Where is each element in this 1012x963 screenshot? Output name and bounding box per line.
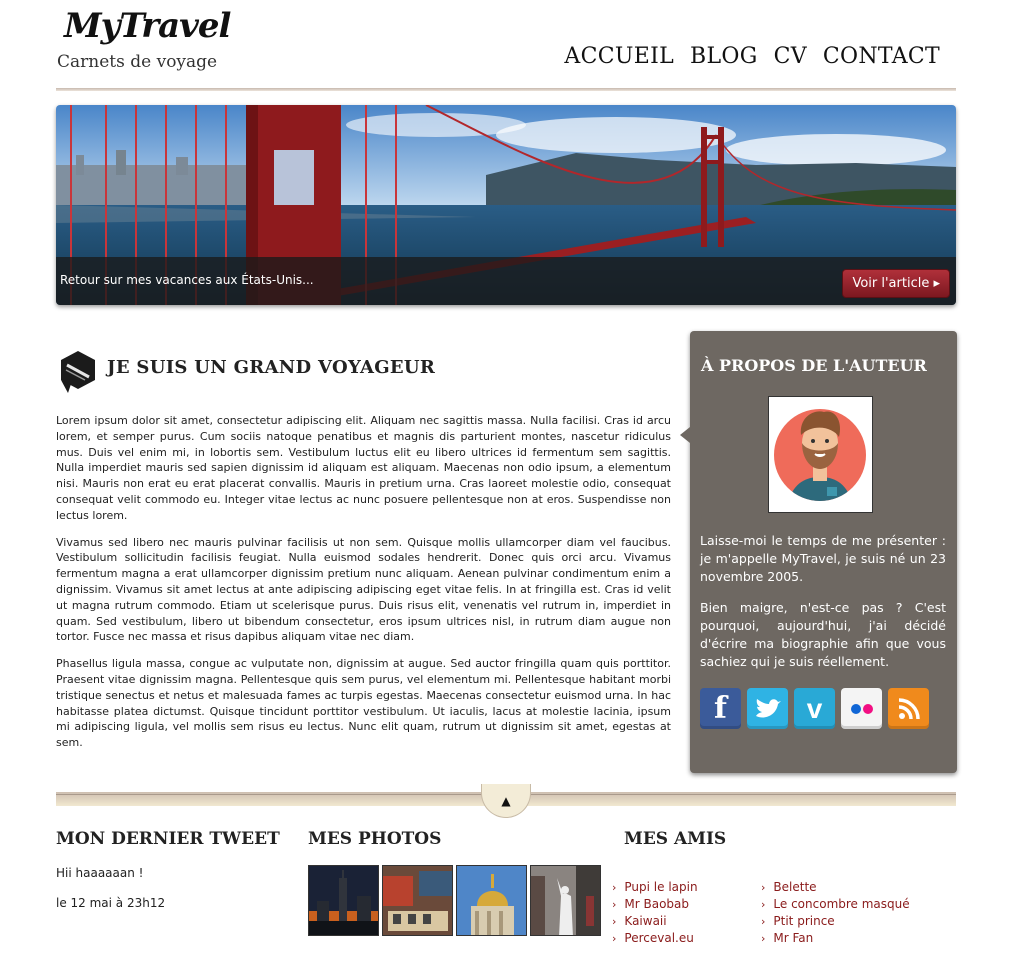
photos-title: MES PHOTOS (308, 829, 442, 849)
site-tagline: Carnets de voyage (57, 52, 218, 72)
site-logo[interactable]: MyTravel (64, 6, 231, 46)
friend-link[interactable]: Le concombre masqué (761, 896, 909, 913)
banner-caption: Retour sur mes vacances aux États-Unis..… (60, 273, 314, 287)
photo-thumbnail-city[interactable] (308, 865, 379, 936)
sidebar-pointer (680, 427, 690, 443)
article-title: JE SUIS UN GRAND VOYAGEUR (107, 357, 436, 378)
hero-banner: Retour sur mes vacances aux États-Unis..… (56, 105, 956, 305)
read-article-button[interactable]: Voir l'article ▸ (842, 269, 950, 298)
read-article-label: Voir l'article (852, 276, 930, 291)
friend-link[interactable]: Mr Baobab (612, 896, 698, 913)
arrow-up-icon: ▲ (501, 793, 511, 808)
friend-link[interactable]: Mr Fan (761, 930, 910, 947)
back-to-top-button[interactable]: ▲ (481, 784, 531, 818)
tweet-date: le 12 mai à 23h12 (56, 896, 166, 910)
photo-thumbnail-dome[interactable] (456, 865, 527, 936)
friend-link[interactable]: Kaiwaii (612, 913, 698, 930)
author-sidebar: À PROPOS DE L'AUTEUR Laisse-moi le temps… (680, 331, 957, 773)
facebook-icon[interactable]: f (700, 688, 741, 729)
author-avatar (768, 396, 873, 513)
pencil-badge-icon (57, 349, 99, 393)
social-links: f v (700, 688, 929, 729)
friends-list-col1: Pupi le lapin Mr Baobab Kaiwaii Perceval… (612, 879, 698, 947)
nav-blog[interactable]: BLOG (690, 44, 758, 69)
twitter-icon[interactable] (747, 688, 788, 729)
tweet-text: Hii haaaaaan ! (56, 866, 144, 880)
friend-link[interactable]: Ptit prince (761, 913, 910, 930)
friends-title: MES AMIS (624, 829, 727, 849)
article-paragraph: Phasellus ligula massa, congue ac vulput… (56, 657, 671, 750)
header-divider (56, 88, 956, 91)
friend-link[interactable]: Belette (761, 879, 910, 896)
nav-cv[interactable]: CV (774, 44, 807, 69)
friend-link[interactable]: Pupi le lapin (612, 879, 697, 896)
photo-gallery (308, 865, 601, 936)
rss-icon[interactable] (888, 688, 929, 729)
nav-contact[interactable]: CONTACT (823, 44, 940, 69)
nav-accueil[interactable]: ACCUEIL (564, 44, 674, 69)
article-paragraph: Lorem ipsum dolor sit amet, consectetur … (56, 414, 671, 522)
photo-thumbnail-statue[interactable] (530, 865, 601, 936)
author-bio: Laisse-moi le temps de me présenter : je… (700, 532, 946, 684)
flickr-icon[interactable] (841, 688, 882, 729)
main-nav: ACCUEIL BLOG CV CONTACT (564, 44, 940, 69)
vimeo-icon[interactable]: v (794, 688, 835, 729)
photo-thumbnail-street[interactable] (382, 865, 453, 936)
friends-list-col2: Belette Le concombre masqué Ptit prince … (761, 879, 910, 947)
caret-right-icon: ▸ (933, 276, 940, 291)
author-bio-paragraph: Bien maigre, n'est-ce pas ? C'est pourqu… (700, 600, 946, 669)
author-bio-paragraph: Laisse-moi le temps de me présenter : je… (700, 533, 946, 584)
sidebar-title: À PROPOS DE L'AUTEUR (701, 356, 927, 375)
article-body: Lorem ipsum dolor sit amet, consectetur … (56, 413, 671, 762)
tweet-title: MON DERNIER TWEET (56, 829, 280, 849)
article-paragraph: Vivamus sed libero nec mauris pulvinar f… (56, 535, 671, 644)
friend-link[interactable]: Perceval.eu (612, 930, 698, 947)
